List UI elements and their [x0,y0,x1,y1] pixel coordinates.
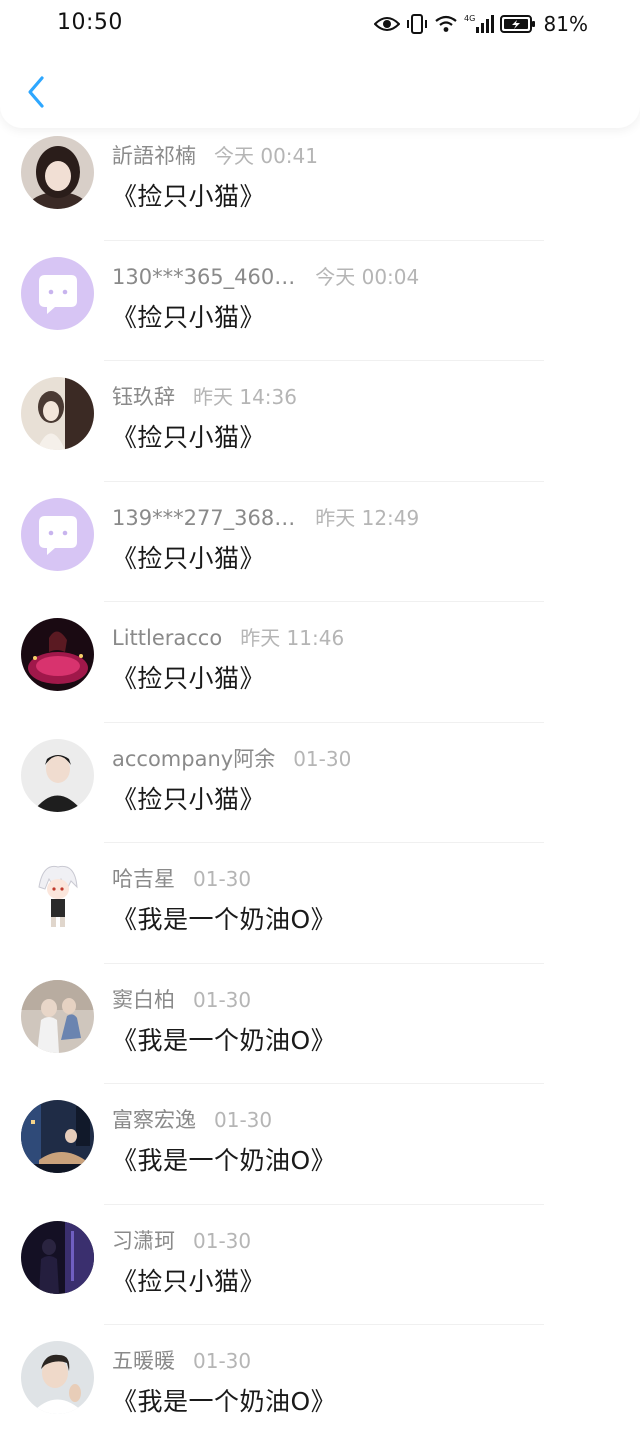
avatar[interactable] [21,1100,94,1173]
message-row[interactable]: 习潇珂 01-30 《捡只小猫》 [0,1205,640,1325]
timestamp: 今天 00:04 [315,264,420,289]
battery-percent: 81% [543,12,588,36]
timestamp: 01-30 [193,987,252,1012]
nickname: 130***365_460… [112,264,296,289]
message-row[interactable]: accompany阿余 01-30 《捡只小猫》 [0,723,640,843]
timestamp: 昨天 14:36 [193,385,297,409]
timestamp: 今天 00:41 [214,144,318,168]
avatar[interactable] [21,136,94,209]
message-preview: 《捡只小猫》 [112,423,266,452]
avatar[interactable] [21,256,94,330]
timestamp: 01-30 [193,1228,252,1253]
nickname: 钰玖辞 [112,385,175,409]
nickname: 139***277_368… [112,505,296,530]
timestamp: 01-30 [214,1108,273,1132]
message-row[interactable]: 哈吉星 01-30 《我是一个奶油O》 [0,843,640,964]
nickname: 习潇珂 [112,1228,175,1253]
message-meta: 哈吉星 01-30 [112,863,251,893]
timestamp: 昨天 11:46 [240,626,345,650]
nickname: 富察宏逸 [112,1108,196,1132]
nickname: 哈吉星 [112,867,175,891]
avatar[interactable] [21,859,94,932]
avatar[interactable] [21,979,94,1053]
nickname: Littleracco [112,626,223,650]
message-row[interactable]: 窦白柏 01-30 《我是一个奶油O》 [0,964,640,1084]
message-meta: 五暖暖 01-30 [112,1345,251,1375]
avatar[interactable] [21,1220,94,1294]
avatar[interactable] [21,738,94,812]
message-row[interactable]: Littleracco 昨天 11:46 《捡只小猫》 [0,602,640,723]
message-preview: 《捡只小猫》 [112,543,266,573]
message-preview: 《我是一个奶油O》 [112,1146,337,1175]
signal-4g-icon: 4G [464,13,494,35]
timestamp: 01-30 [193,1349,252,1373]
message-preview: 《我是一个奶油O》 [112,1387,337,1416]
message-preview: 《捡只小猫》 [112,182,266,211]
avatar[interactable] [21,618,94,691]
message-preview: 《捡只小猫》 [112,784,266,814]
message-row[interactable]: 訢語祁楠 今天 00:41 《捡只小猫》 [0,120,640,241]
status-time: 10:50 [57,10,123,35]
message-preview: 《捡只小猫》 [112,1266,266,1296]
message-preview: 《捡只小猫》 [112,302,266,332]
avatar[interactable] [21,377,94,450]
message-row[interactable]: 139***277_368… 昨天 12:49 《捡只小猫》 [0,482,640,602]
nickname: accompany阿余 [112,746,276,771]
chevron-left-icon [25,75,47,113]
status-icons: 4G 81% [373,11,588,37]
message-meta: 富察宏逸 01-30 [112,1104,272,1134]
eye-icon [373,15,400,33]
message-meta: accompany阿余 01-30 [112,743,351,773]
message-meta: 139***277_368… 昨天 12:49 [112,502,419,531]
avatar[interactable] [21,1341,94,1414]
avatar[interactable] [21,497,94,571]
message-row[interactable]: 富察宏逸 01-30 《我是一个奶油O》 [0,1084,640,1205]
message-meta: 习潇珂 01-30 [112,1225,251,1255]
battery-icon [499,14,536,34]
message-meta: 窦白柏 01-30 [112,984,251,1014]
timestamp: 昨天 12:49 [315,505,420,530]
nickname: 窦白柏 [112,987,175,1012]
message-meta: 130***365_460… 今天 00:04 [112,261,419,290]
message-row[interactable]: 钰玖辞 昨天 14:36 《捡只小猫》 [0,361,640,482]
svg-text:4G: 4G [464,14,475,23]
message-preview: 《我是一个奶油O》 [112,905,337,934]
message-preview: 《捡只小猫》 [112,664,266,693]
status-bar: 10:50 4G 81% [0,0,640,50]
wifi-icon [434,14,458,34]
nickname: 五暖暖 [112,1349,175,1373]
message-list: 訢語祁楠 今天 00:41 《捡只小猫》 130***365_460… 今天 0… [0,120,640,1446]
timestamp: 01-30 [193,867,252,891]
back-button[interactable] [16,72,56,116]
message-meta: 钰玖辞 昨天 14:36 [112,381,297,411]
message-row[interactable]: 五暖暖 01-30 《我是一个奶油O》 [0,1325,640,1446]
timestamp: 01-30 [293,746,352,771]
message-meta: Littleracco 昨天 11:46 [112,622,344,651]
message-preview: 《我是一个奶油O》 [112,1025,337,1055]
vibrate-icon [406,13,428,35]
message-row[interactable]: 130***365_460… 今天 00:04 《捡只小猫》 [0,241,640,361]
message-meta: 訢語祁楠 今天 00:41 [112,140,318,170]
nickname: 訢語祁楠 [112,144,196,168]
